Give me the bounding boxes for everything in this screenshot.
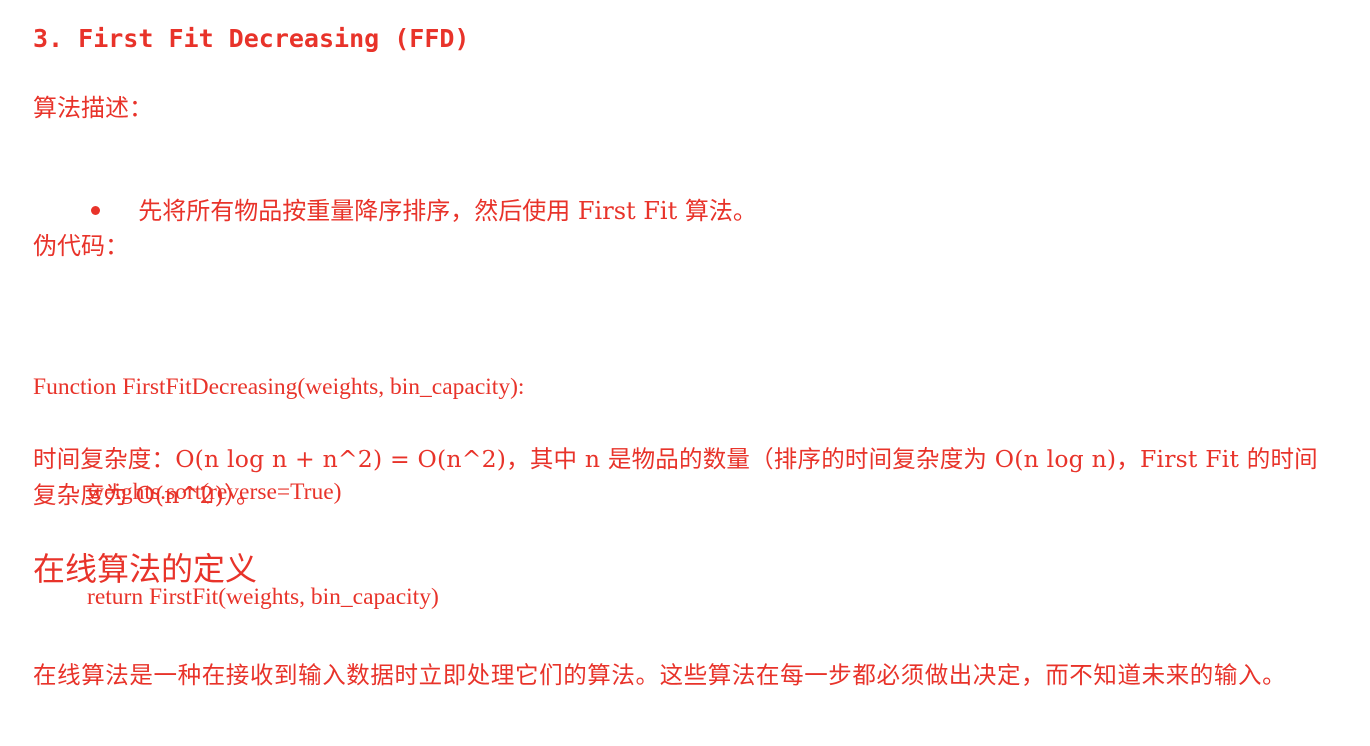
code-line: Function FirstFitDecreasing(weights, bin… (33, 374, 525, 400)
document-page: { "section": { "heading": "3. First Fit … (0, 0, 1370, 746)
online-paragraph: 在线算法是一种在接收到输入数据时立即处理它们的算法。这些算法在每一步都必须做出决… (33, 661, 1287, 689)
pseudocode-label: 伪代码： (33, 232, 129, 260)
bullet-text: 先将所有物品按重量降序排序，然后使用 First Fit 算法。 (138, 197, 757, 225)
description-bullet: 先将所有物品按重量降序排序，然后使用 First Fit 算法。 (76, 163, 757, 227)
complexity-text: 时间复杂度：O(n log n + n^2) = O(n^2)，其中 n 是物品… (33, 445, 1318, 509)
description-label: 算法描述： (33, 94, 153, 122)
online-heading: 在线算法的定义 (33, 550, 258, 588)
bullet-dot-icon (91, 206, 101, 215)
section-heading: 3. First Fit Decreasing (FFD) (33, 24, 470, 53)
